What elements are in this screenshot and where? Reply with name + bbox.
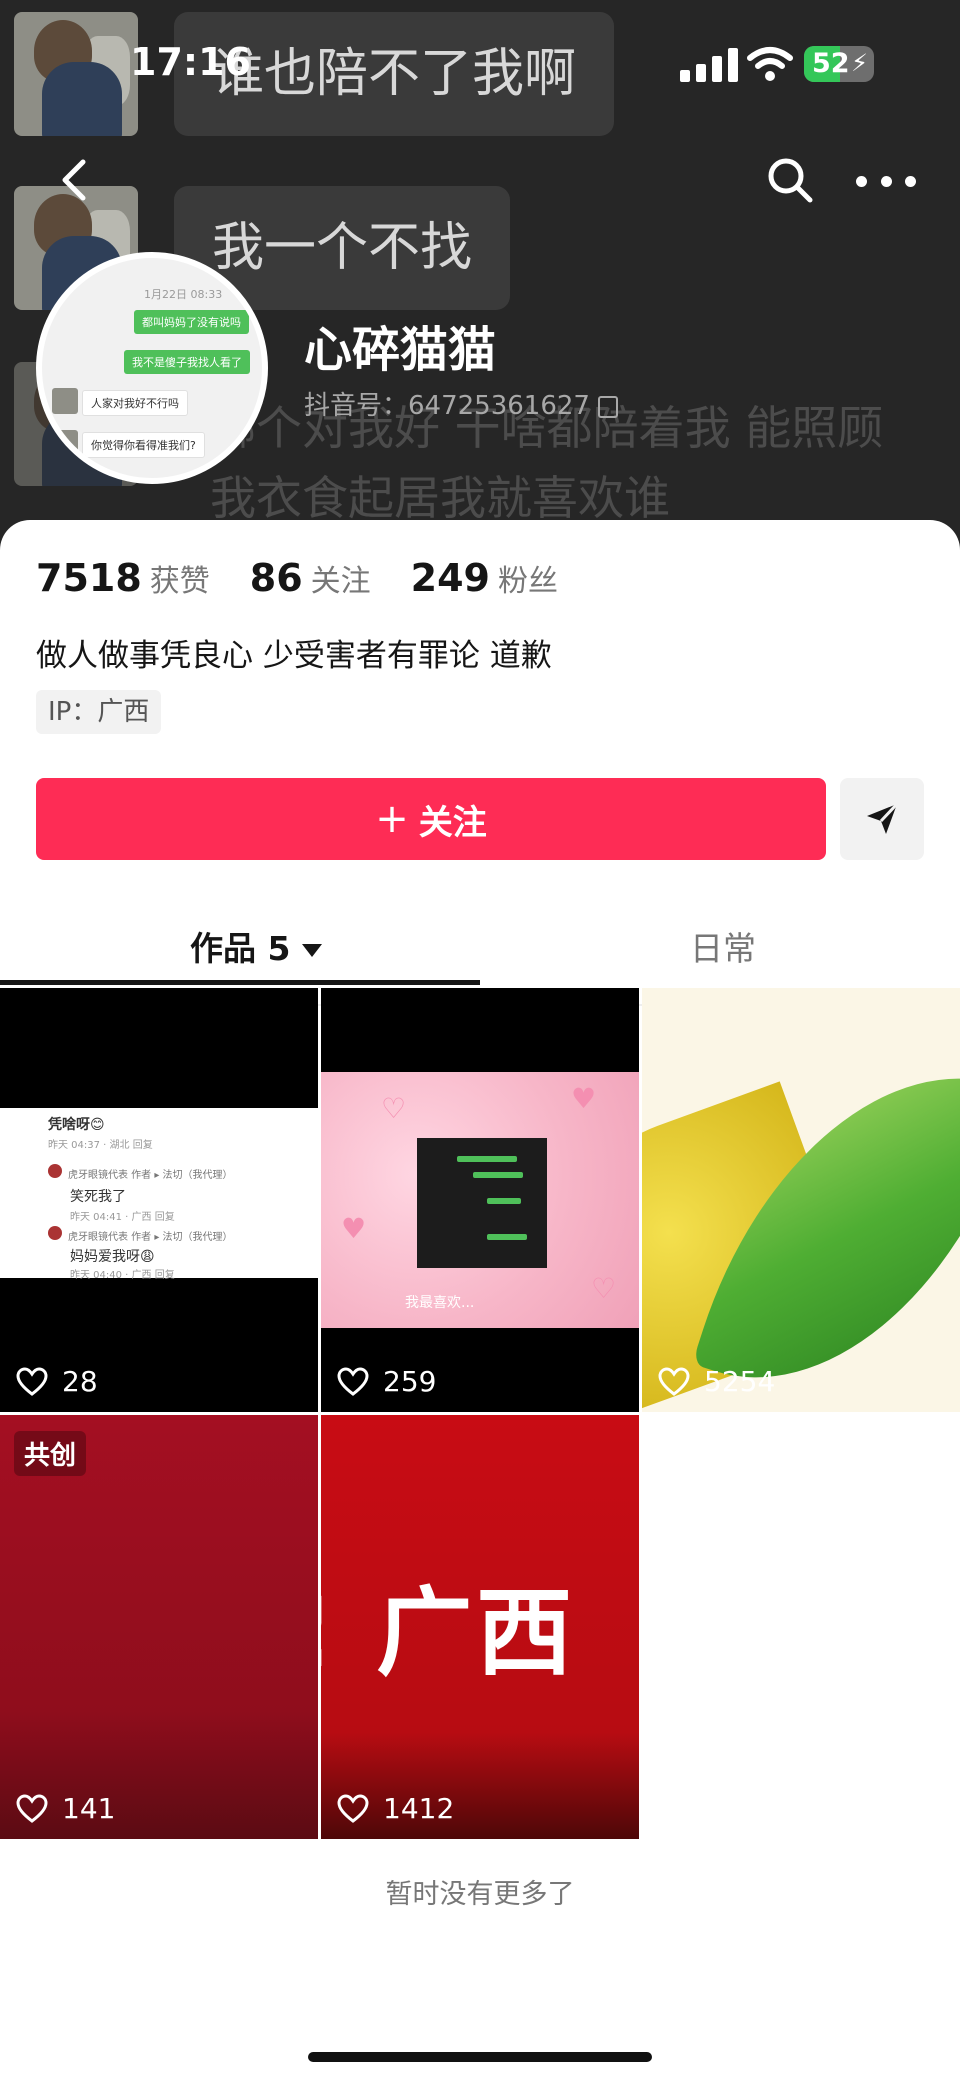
copy-icon[interactable] xyxy=(597,395,618,418)
follow-button[interactable]: + 关注 xyxy=(36,778,826,860)
like-count-value: 5254 xyxy=(704,1365,776,1398)
home-indicator[interactable] xyxy=(308,2052,652,2062)
heart-outline-icon xyxy=(658,1366,690,1396)
avatar-chat-date: 1月22日 08:33 xyxy=(144,288,223,301)
video-caption: 我最喜欢... xyxy=(405,1295,475,1311)
battery-percent: 52 xyxy=(812,48,850,79)
video-thumbnail[interactable]: 凭啥呀😊 昨天 04:37 · 湖北 回复 虎牙眼镜代表 作者 ▸ 法切（我代理… xyxy=(0,988,318,1412)
like-count-value: 141 xyxy=(62,1792,116,1825)
battery-indicator: 52 ⚡ xyxy=(804,46,874,82)
video-thumbnail[interactable]: 共创 141 xyxy=(0,1415,318,1839)
chat-avatar-image xyxy=(14,12,138,136)
heart-outline-icon xyxy=(16,1366,48,1396)
status-time: 17:16 xyxy=(130,40,251,84)
video-thumbnail[interactable]: ! 广西 1412 xyxy=(321,1415,639,1839)
active-tab-indicator xyxy=(0,980,480,985)
comment-text: 妈妈爱我呀😩 xyxy=(70,1249,155,1265)
ip-location-tag: IP：广西 xyxy=(36,690,162,734)
douyin-id: 抖音号：64725361627 xyxy=(304,391,590,421)
comment-meta: 昨天 04:40 · 广西 回复 xyxy=(70,1270,175,1281)
like-count: 1412 xyxy=(337,1792,454,1825)
profile-avatar[interactable]: 1月22日 08:33 都叫妈妈了没有说吗 我不是傻子我找人看了 人家对我好不行… xyxy=(36,252,268,484)
comment-meta: 昨天 04:37 · 湖北 回复 xyxy=(48,1140,153,1151)
comment-author: 虎牙眼镜代表 作者 ▸ 法切（我代理） xyxy=(68,1170,233,1181)
followers-count[interactable]: 249 xyxy=(411,556,490,600)
followers-label[interactable]: 粉丝 xyxy=(498,556,558,600)
following-count[interactable]: 86 xyxy=(250,556,303,600)
video-thumbnail[interactable]: 5254 xyxy=(642,988,960,1412)
like-count: 28 xyxy=(16,1365,98,1398)
comment-author: 虎牙眼镜代表 作者 ▸ 法切（我代理） xyxy=(68,1232,233,1243)
like-count-value: 28 xyxy=(62,1365,98,1398)
no-more-content-text: 暂时没有更多了 xyxy=(385,1879,575,1910)
comment-text: 凭啥呀😊 xyxy=(48,1117,105,1133)
heart-outline-icon xyxy=(337,1366,369,1396)
like-count: 259 xyxy=(337,1365,436,1398)
more-options-button[interactable] xyxy=(856,152,916,210)
cellular-signal-icon xyxy=(680,48,738,82)
profile-card: 7518 获赞 86 关注 249 粉丝 做人做事凭良心 少受害者有罪论 道歉 … xyxy=(0,520,960,2081)
profile-cover: 谁也陪不了我啊 我一个不找 哪个对我好 干啥都陪着我 能照顾 我衣食起居我就喜欢… xyxy=(0,0,960,560)
video-thumbnail[interactable]: ♥ ♥ ♡ ♡ 我最喜欢... 259 xyxy=(321,988,639,1412)
comment-meta: 昨天 04:41 · 广西 回复 xyxy=(70,1212,175,1223)
avatar-chat-sent: 都叫妈妈了没有说吗 xyxy=(134,310,249,334)
co-creation-badge: 共创 xyxy=(14,1431,87,1476)
back-button[interactable] xyxy=(44,150,104,210)
like-count-value: 1412 xyxy=(383,1792,455,1825)
caret-down-icon xyxy=(302,944,323,957)
send-icon xyxy=(867,802,899,834)
like-count: 141 xyxy=(16,1792,115,1825)
heart-outline-icon xyxy=(16,1793,48,1823)
comment-text: 笑死我了 xyxy=(70,1189,126,1205)
follow-button-label: 关注 xyxy=(418,802,487,843)
profile-stats: 7518 获赞 86 关注 249 粉丝 xyxy=(36,556,598,600)
profile-bio: 做人做事凭良心 少受害者有罪论 道歉 xyxy=(36,638,552,674)
more-horizontal-icon xyxy=(856,175,867,187)
like-count: 5254 xyxy=(658,1365,775,1398)
likes-label: 获赞 xyxy=(149,564,210,599)
profile-id-row: 抖音号：64725361627 xyxy=(304,385,618,422)
avatar-chat-received: 你觉得你看得准我们? xyxy=(82,432,205,458)
share-button[interactable] xyxy=(840,778,924,860)
plus-icon: + xyxy=(375,796,409,842)
wifi-icon xyxy=(747,47,793,81)
heart-outline-icon xyxy=(337,1793,369,1823)
following-label[interactable]: 关注 xyxy=(311,556,371,600)
avatar-chat-received: 人家对我好不行吗 xyxy=(82,390,188,416)
tab-works-label: 作品 5 xyxy=(190,929,291,968)
search-icon xyxy=(768,158,813,203)
likes-count: 7518 xyxy=(36,556,142,600)
cover-overlay-text: 我衣食起居我就喜欢谁 xyxy=(210,471,670,525)
like-count-value: 259 xyxy=(383,1365,437,1398)
chevron-left-icon xyxy=(62,159,86,201)
video-title-text: ! 广西 xyxy=(321,1577,577,1689)
charging-bolt-icon: ⚡ xyxy=(851,49,868,77)
search-button[interactable] xyxy=(762,152,820,210)
profile-name: 心碎猫猫 xyxy=(304,322,497,378)
avatar-chat-sent: 我不是傻子我找人看了 xyxy=(124,350,250,374)
